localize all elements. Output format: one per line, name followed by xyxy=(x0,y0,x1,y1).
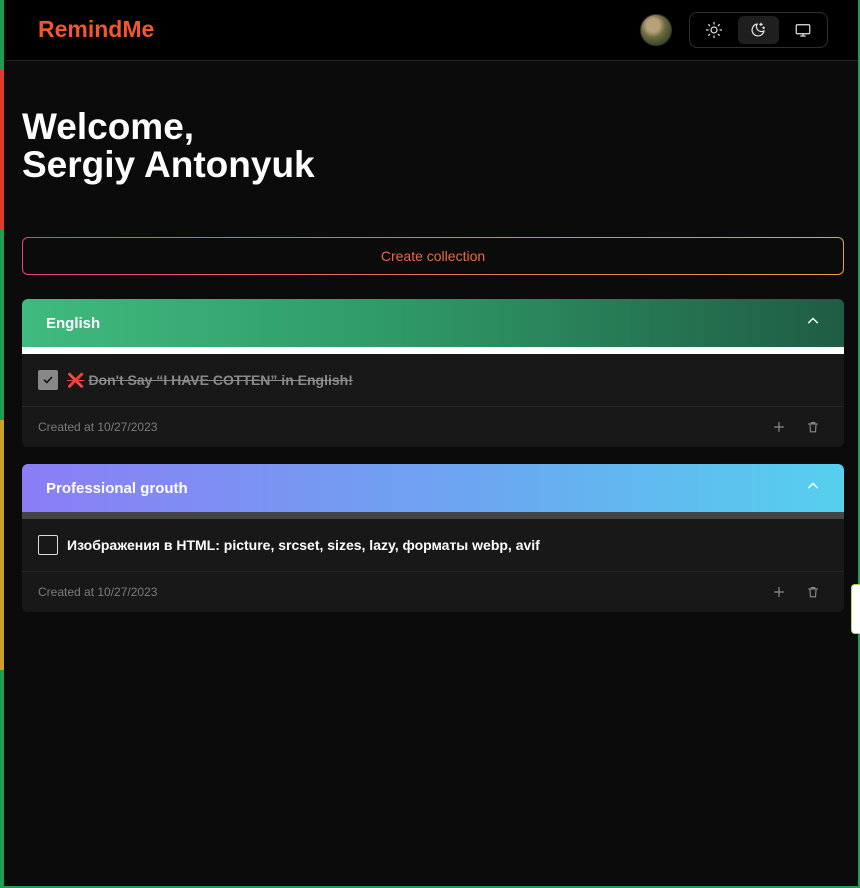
side-widget-tab[interactable] xyxy=(851,584,860,634)
top-navbar: RemindMe xyxy=(6,0,858,61)
task-text: ❌ Don't Say “I HAVE COTTEN” in English! xyxy=(67,372,353,389)
chevron-up-icon[interactable] xyxy=(806,314,820,333)
collection-header[interactable]: English xyxy=(22,299,844,347)
chevron-up-icon[interactable] xyxy=(806,479,820,498)
system-theme-button[interactable] xyxy=(783,16,823,44)
collection-progress-bar xyxy=(22,512,844,519)
collection-actions xyxy=(772,585,820,599)
collection-title: Professional grouth xyxy=(46,479,188,497)
trash-icon[interactable] xyxy=(806,420,820,434)
welcome-heading: Welcome, Sergiy Antonyuk xyxy=(22,108,315,184)
light-theme-button[interactable] xyxy=(694,16,734,44)
window-edge xyxy=(0,0,6,888)
task-label: Don't Say “I HAVE COTTEN” in English! xyxy=(88,371,353,388)
avatar[interactable] xyxy=(640,14,672,46)
collection-header[interactable]: Professional grouth xyxy=(22,464,844,512)
moon-stars-icon xyxy=(752,22,766,37)
monitor-icon xyxy=(795,24,811,37)
create-collection-button[interactable]: Create collection xyxy=(22,237,844,275)
task-item: ❌ Don't Say “I HAVE COTTEN” in English! xyxy=(22,354,844,407)
welcome-line: Welcome, xyxy=(22,106,195,147)
dark-theme-button[interactable] xyxy=(738,16,779,44)
collection-footer: Created at 10/27/2023 xyxy=(22,407,844,447)
add-task-icon[interactable] xyxy=(772,585,786,599)
collection-footer: Created at 10/27/2023 xyxy=(22,572,844,612)
check-icon xyxy=(43,376,53,384)
cross-mark-icon: ❌ xyxy=(67,371,85,388)
add-task-icon[interactable] xyxy=(772,420,786,434)
collection-actions xyxy=(772,420,820,434)
sun-icon xyxy=(706,21,723,39)
task-item: Изображения в HTML: picture, srcset, siz… xyxy=(22,519,844,572)
task-checkbox[interactable] xyxy=(38,535,58,555)
created-date: Created at 10/27/2023 xyxy=(38,420,158,434)
collection-title: English xyxy=(46,314,101,332)
collection-progress-bar xyxy=(22,347,844,354)
task-label: Изображения в HTML: picture, srcset, siz… xyxy=(67,537,540,553)
app-logo[interactable]: RemindMe xyxy=(38,16,154,43)
create-collection-label: Create collection xyxy=(23,238,843,274)
user-name: Sergiy Antonyuk xyxy=(22,144,315,185)
collection-card: Professional grouth Изображения в HTML: … xyxy=(22,464,844,612)
collection-card: English ❌ Don't Say “I HAVE COTTEN” in En… xyxy=(22,299,844,447)
theme-switcher xyxy=(689,12,828,48)
trash-icon[interactable] xyxy=(806,585,820,599)
task-checkbox[interactable] xyxy=(38,370,58,390)
created-date: Created at 10/27/2023 xyxy=(38,585,158,599)
